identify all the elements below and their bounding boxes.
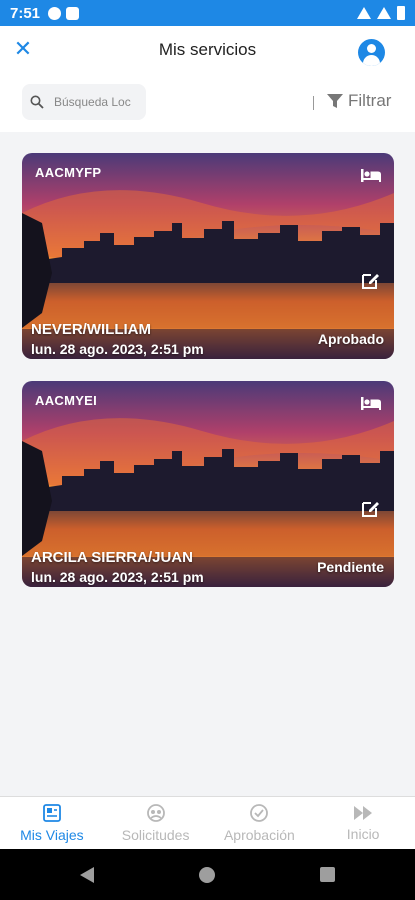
status-badge: Pendiente — [317, 559, 384, 575]
sim-icon — [66, 6, 80, 20]
profile-avatar-icon[interactable] — [358, 39, 385, 66]
bottom-nav: Mis Viajes Solicitudes Aprobación Inicio — [0, 796, 415, 849]
service-card[interactable]: AACMYFP NEVER/WILLIAM lun. 28 ago. 2023,… — [22, 153, 394, 359]
trips-icon — [42, 804, 61, 822]
system-nav-bar — [0, 849, 415, 900]
bed-icon — [361, 397, 381, 410]
recent-apps-icon[interactable] — [320, 867, 335, 882]
bed-icon — [361, 169, 381, 182]
status-bar: 7:51 — [0, 0, 415, 26]
nav-item-inicio[interactable]: Inicio — [311, 797, 415, 849]
battery-icon — [397, 6, 405, 20]
nav-label: Aprobación — [223, 827, 295, 843]
edit-icon[interactable] — [360, 497, 382, 519]
filter-button[interactable]: Filtrar — [326, 91, 391, 111]
search-icon — [30, 95, 44, 109]
service-date: lun. 28 ago. 2023, 2:51 pm — [31, 569, 204, 585]
edit-icon[interactable] — [360, 269, 382, 291]
booking-code: AACMYEI — [35, 393, 98, 408]
home-icon[interactable] — [199, 867, 215, 883]
signal-icon — [377, 7, 391, 19]
page-title: Mis servicios — [158, 40, 257, 59]
search-box[interactable] — [22, 84, 146, 120]
status-badge: Aprobado — [317, 331, 384, 347]
wifi-icon — [357, 7, 371, 19]
nav-label: Mis Viajes — [20, 827, 84, 843]
traveler-name: ARCILA SIERRA/JUAN — [31, 549, 193, 566]
service-date: lun. 28 ago. 2023, 2:51 pm — [31, 341, 204, 357]
status-time: 7:51 — [10, 4, 41, 22]
app-header: ✕ Mis servicios Filtrar — [0, 26, 415, 132]
notification-icon — [48, 6, 62, 20]
nav-item-aprobacion[interactable]: Aprobación — [208, 797, 312, 849]
home-forward-icon — [354, 806, 373, 820]
booking-code: AACMYFP — [35, 165, 102, 180]
filter-label: Filtrar — [348, 91, 392, 110]
traveler-name: NEVER/WILLIAM — [31, 321, 151, 338]
approval-icon — [250, 804, 269, 822]
divider — [313, 96, 314, 110]
search-input[interactable] — [54, 95, 146, 109]
nav-item-solicitudes[interactable]: Solicitudes — [104, 797, 208, 849]
nav-label: Inicio — [346, 826, 380, 842]
filter-icon — [327, 94, 343, 108]
back-icon[interactable] — [80, 867, 94, 883]
nav-label: Solicitudes — [121, 827, 190, 843]
requests-icon — [146, 804, 165, 822]
service-card[interactable]: AACMYEI ARCILA SIERRA/JUAN lun. 28 ago. … — [22, 381, 394, 587]
nav-item-mis-viajes[interactable]: Mis Viajes — [0, 797, 104, 849]
